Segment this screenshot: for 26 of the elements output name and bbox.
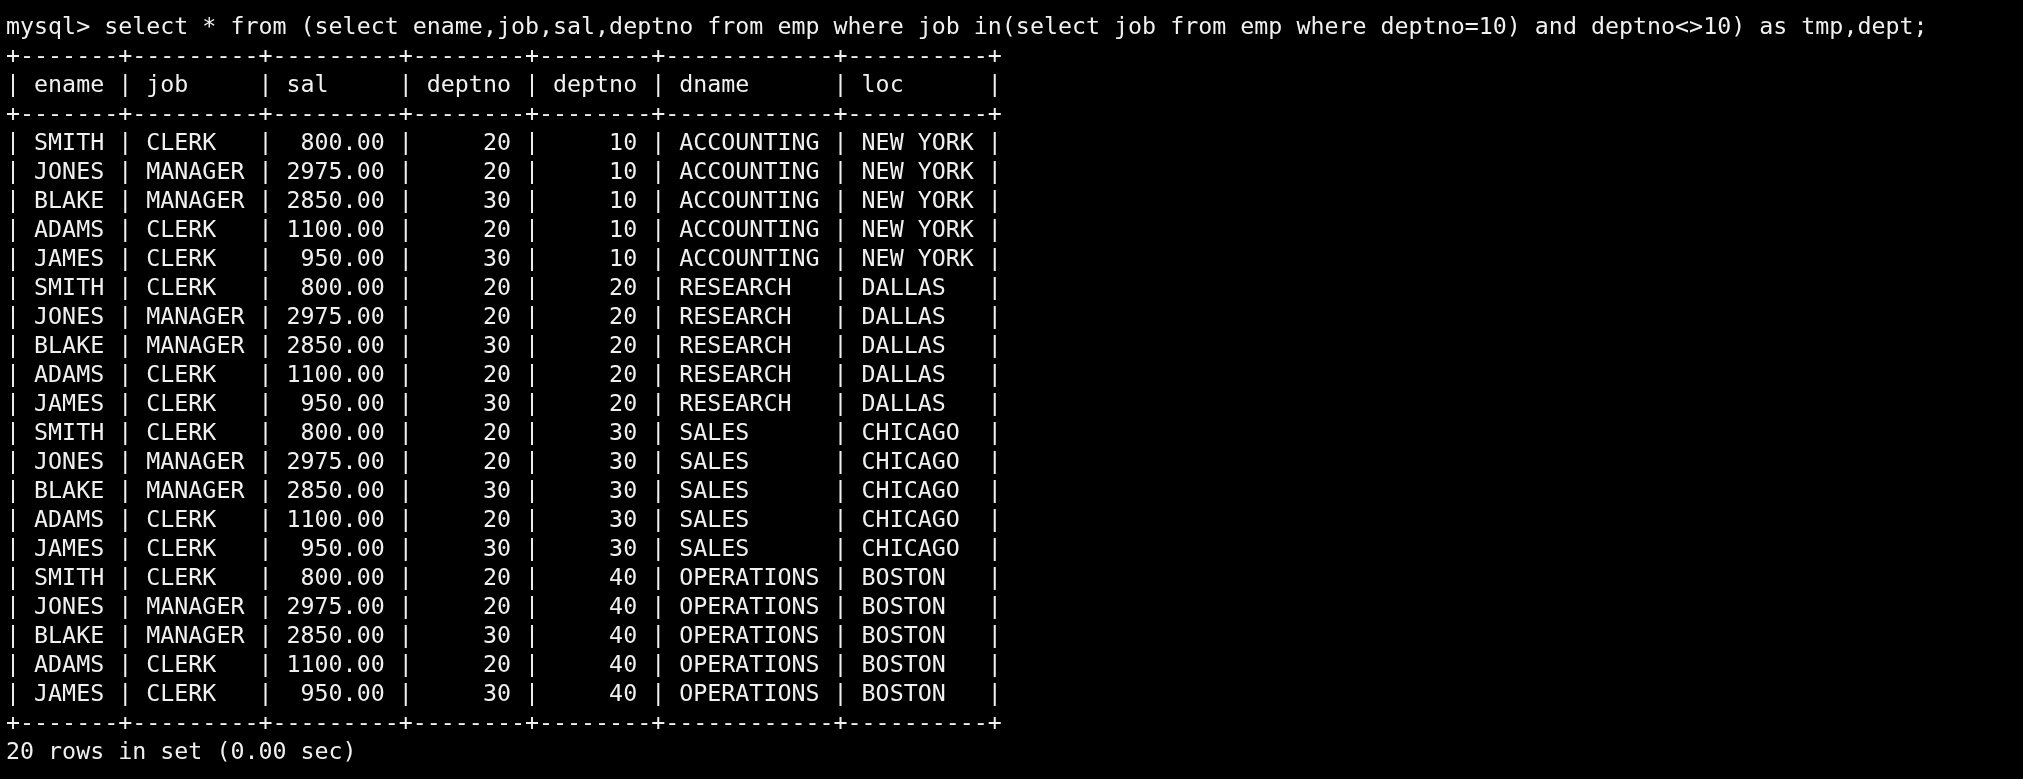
- table-border: +-------+---------+---------+--------+--------+------------+----------+: [6, 40, 1002, 69]
- table-row: | ADAMS | CLERK | 1100.00 | 20 | 40 | OPERATIONS | BOSTON |: [6, 649, 1002, 678]
- table-row: | JAMES | CLERK | 950.00 | 30 | 30 | SALES | CHICAGO |: [6, 533, 1002, 562]
- table-row: | BLAKE | MANAGER | 2850.00 | 30 | 40 | OPERATIONS | BOSTON |: [6, 620, 1002, 649]
- table-row: | SMITH | CLERK | 800.00 | 20 | 30 | SALES | CHICAGO |: [6, 417, 1002, 446]
- table-row: | ADAMS | CLERK | 1100.00 | 20 | 10 | ACCOUNTING | NEW YORK |: [6, 214, 1002, 243]
- table-row: | JONES | MANAGER | 2975.00 | 20 | 10 | ACCOUNTING | NEW YORK |: [6, 156, 1002, 185]
- table-header: | ename | job | sal | deptno | deptno | dname | loc |: [6, 69, 1002, 98]
- table-border: +-------+---------+---------+--------+--------+------------+----------+: [6, 707, 1002, 736]
- table-row: | JONES | MANAGER | 2975.00 | 20 | 20 | RESEARCH | DALLAS |: [6, 301, 1002, 330]
- table-row: | JONES | MANAGER | 2975.00 | 20 | 30 | SALES | CHICAGO |: [6, 446, 1002, 475]
- table-row: | SMITH | CLERK | 800.00 | 20 | 20 | RESEARCH | DALLAS |: [6, 272, 1002, 301]
- command-line: mysql> select * from (select ename,job,sal,deptno from emp where job in(select job from emp where deptno=10) and deptno<>10) as tmp,dept;: [6, 11, 1928, 40]
- table-row: | JONES | MANAGER | 2975.00 | 20 | 40 | OPERATIONS | BOSTON |: [6, 591, 1002, 620]
- table-row: | BLAKE | MANAGER | 2850.00 | 30 | 30 | SALES | CHICAGO |: [6, 475, 1002, 504]
- table-row: | JAMES | CLERK | 950.00 | 30 | 20 | RESEARCH | DALLAS |: [6, 388, 1002, 417]
- table-row: | BLAKE | MANAGER | 2850.00 | 30 | 10 | ACCOUNTING | NEW YORK |: [6, 185, 1002, 214]
- table-row: | ADAMS | CLERK | 1100.00 | 20 | 30 | SALES | CHICAGO |: [6, 504, 1002, 533]
- table-row: | JAMES | CLERK | 950.00 | 30 | 40 | OPERATIONS | BOSTON |: [6, 678, 1002, 707]
- table-row: | JAMES | CLERK | 950.00 | 30 | 10 | ACCOUNTING | NEW YORK |: [6, 243, 1002, 272]
- status-line: 20 rows in set (0.00 sec): [6, 736, 357, 765]
- table-border: +-------+---------+---------+--------+--------+------------+----------+: [6, 98, 1002, 127]
- table-row: | ADAMS | CLERK | 1100.00 | 20 | 20 | RESEARCH | DALLAS |: [6, 359, 1002, 388]
- table-row: | BLAKE | MANAGER | 2850.00 | 30 | 20 | RESEARCH | DALLAS |: [6, 330, 1002, 359]
- table-row: | SMITH | CLERK | 800.00 | 20 | 40 | OPERATIONS | BOSTON |: [6, 562, 1002, 591]
- table-row: | SMITH | CLERK | 800.00 | 20 | 10 | ACCOUNTING | NEW YORK |: [6, 127, 1002, 156]
